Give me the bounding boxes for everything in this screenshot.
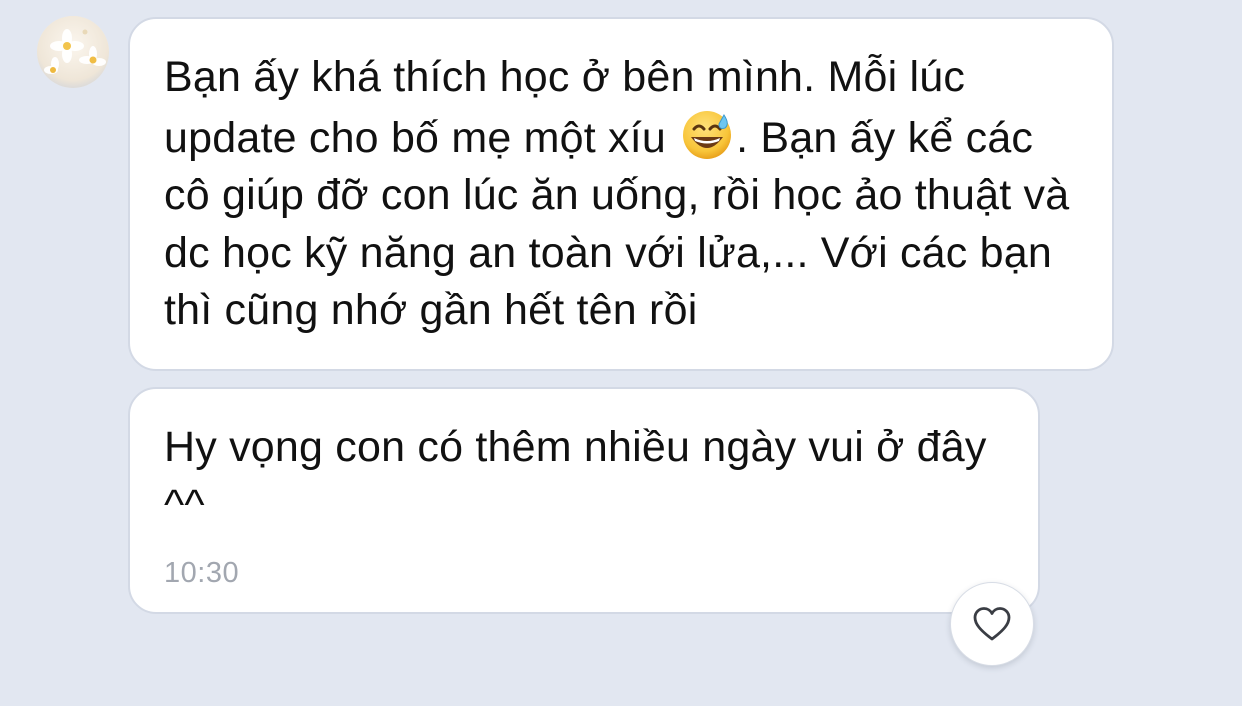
react-heart-button[interactable] bbox=[950, 582, 1034, 666]
flower-avatar-icon bbox=[37, 16, 109, 88]
grinning-face-with-sweat-emoji-icon bbox=[680, 107, 734, 161]
message-bubble[interactable]: Hy vọng con có thêm nhiều ngày vui ở đây… bbox=[128, 387, 1040, 614]
sender-avatar[interactable] bbox=[37, 16, 109, 88]
message-timestamp: 10:30 bbox=[164, 557, 240, 589]
message-bubble[interactable]: Bạn ấy khá thích học ở bên mình. Mỗi lúc… bbox=[128, 17, 1114, 371]
message-text: Bạn ấy khá thích học ở bên mình. Mỗi lúc… bbox=[164, 49, 1078, 340]
heart-outline-icon bbox=[973, 607, 1011, 641]
message-text: Hy vọng con có thêm nhiều ngày vui ở đây… bbox=[164, 423, 987, 529]
